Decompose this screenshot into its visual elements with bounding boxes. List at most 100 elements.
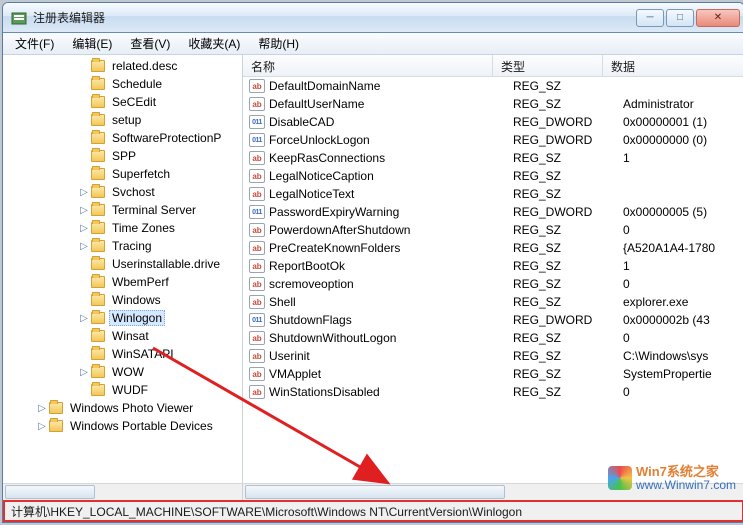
string-value-icon bbox=[249, 79, 265, 93]
value-data: 0 bbox=[623, 331, 743, 345]
tree-item[interactable]: Userinstallable.drive bbox=[7, 255, 242, 273]
titlebar[interactable]: 注册表编辑器 ─ □ ✕ bbox=[3, 3, 743, 33]
menu-favorites[interactable]: 收藏夹(A) bbox=[180, 33, 248, 54]
tree-item[interactable]: Winsat bbox=[7, 327, 242, 345]
expand-icon[interactable]: ▷ bbox=[77, 367, 91, 378]
list-row[interactable]: WinStationsDisabledREG_SZ0 bbox=[243, 383, 743, 401]
list-row[interactable]: ForceUnlockLogonREG_DWORD0x00000000 (0) bbox=[243, 131, 743, 149]
value-name: Userinit bbox=[269, 349, 513, 363]
value-type: REG_DWORD bbox=[513, 133, 623, 147]
list-row[interactable]: PreCreateKnownFoldersREG_SZ{A520A1A4-178… bbox=[243, 239, 743, 257]
dword-value-icon bbox=[249, 115, 265, 129]
maximize-button[interactable]: □ bbox=[666, 9, 694, 27]
expand-icon[interactable]: ▷ bbox=[77, 241, 91, 252]
folder-icon bbox=[91, 150, 105, 162]
expand-icon[interactable]: ▷ bbox=[35, 403, 49, 414]
list-row[interactable]: UserinitREG_SZC:\Windows\sys bbox=[243, 347, 743, 365]
tree-item[interactable]: ▷Svchost bbox=[7, 183, 242, 201]
values-list[interactable]: DefaultDomainNameREG_SZDefaultUserNameRE… bbox=[243, 77, 743, 483]
expand-icon[interactable]: ▷ bbox=[77, 313, 91, 324]
list-row[interactable]: VMAppletREG_SZSystemPropertie bbox=[243, 365, 743, 383]
string-value-icon bbox=[249, 169, 265, 183]
tree-item[interactable]: ▷WOW bbox=[7, 363, 242, 381]
col-type[interactable]: 类型 bbox=[493, 55, 603, 76]
value-data: C:\Windows\sys bbox=[623, 349, 743, 363]
value-data: Administrator bbox=[623, 97, 743, 111]
string-value-icon bbox=[249, 241, 265, 255]
list-row[interactable]: DefaultUserNameREG_SZAdministrator bbox=[243, 95, 743, 113]
folder-icon bbox=[91, 60, 105, 72]
menu-edit[interactable]: 编辑(E) bbox=[64, 33, 120, 54]
tree-item[interactable]: Windows bbox=[7, 291, 242, 309]
folder-icon bbox=[91, 114, 105, 126]
tree-item[interactable]: setup bbox=[7, 111, 242, 129]
folder-icon bbox=[91, 186, 105, 198]
expand-icon[interactable]: ▷ bbox=[77, 187, 91, 198]
tree-item[interactable]: WUDF bbox=[7, 381, 242, 399]
tree-item[interactable]: ▷Windows Photo Viewer bbox=[7, 399, 242, 417]
tree-item[interactable]: ▷ Winlogon bbox=[7, 309, 242, 327]
tree-item[interactable]: WbemPerf bbox=[7, 273, 242, 291]
tree-item[interactable]: SPP bbox=[7, 147, 242, 165]
list-row[interactable]: ShutdownFlagsREG_DWORD0x0000002b (43 bbox=[243, 311, 743, 329]
value-name: LegalNoticeCaption bbox=[269, 169, 513, 183]
tree-label: setup bbox=[109, 113, 144, 127]
list-row[interactable]: LegalNoticeCaptionREG_SZ bbox=[243, 167, 743, 185]
tree-label: Winlogon bbox=[109, 310, 165, 326]
expand-icon[interactable]: ▷ bbox=[77, 205, 91, 216]
string-value-icon bbox=[249, 223, 265, 237]
menubar: 文件(F) 编辑(E) 查看(V) 收藏夹(A) 帮助(H) bbox=[3, 33, 743, 55]
folder-icon bbox=[91, 258, 105, 270]
value-data: 0 bbox=[623, 385, 743, 399]
tree-item[interactable]: WinSATAPI bbox=[7, 345, 242, 363]
statusbar: 计算机\HKEY_LOCAL_MACHINE\SOFTWARE\Microsof… bbox=[3, 500, 743, 522]
minimize-button[interactable]: ─ bbox=[636, 9, 664, 27]
list-header: 名称 类型 数据 bbox=[243, 55, 743, 77]
tree-item[interactable]: ▷Windows Portable Devices bbox=[7, 417, 242, 435]
value-type: REG_DWORD bbox=[513, 313, 623, 327]
tree-label: Winsat bbox=[109, 329, 152, 343]
value-type: REG_SZ bbox=[513, 241, 623, 255]
folder-icon bbox=[91, 276, 105, 288]
list-row[interactable]: KeepRasConnectionsREG_SZ1 bbox=[243, 149, 743, 167]
tree-item[interactable]: ▷ Tracing bbox=[7, 237, 242, 255]
list-hscroll[interactable] bbox=[243, 483, 743, 500]
menu-file[interactable]: 文件(F) bbox=[7, 33, 62, 54]
string-value-icon bbox=[249, 349, 265, 363]
close-button[interactable]: ✕ bbox=[696, 9, 740, 27]
expand-icon[interactable]: ▷ bbox=[35, 421, 49, 432]
list-row[interactable]: ShutdownWithoutLogonREG_SZ0 bbox=[243, 329, 743, 347]
regedit-window: 注册表编辑器 ─ □ ✕ 文件(F) 编辑(E) 查看(V) 收藏夹(A) 帮助… bbox=[2, 2, 743, 523]
tree-item[interactable]: Schedule bbox=[7, 75, 242, 93]
tree-label: Superfetch bbox=[109, 167, 173, 181]
value-name: scremoveoption bbox=[269, 277, 513, 291]
value-data: 1 bbox=[623, 259, 743, 273]
list-row[interactable]: DefaultDomainNameREG_SZ bbox=[243, 77, 743, 95]
list-row[interactable]: PowerdownAfterShutdownREG_SZ0 bbox=[243, 221, 743, 239]
list-row[interactable]: DisableCADREG_DWORD0x00000001 (1) bbox=[243, 113, 743, 131]
list-row[interactable]: ShellREG_SZexplorer.exe bbox=[243, 293, 743, 311]
list-row[interactable]: scremoveoptionREG_SZ0 bbox=[243, 275, 743, 293]
tree-item[interactable]: ▷Terminal Server bbox=[7, 201, 242, 219]
tree-item[interactable]: Superfetch bbox=[7, 165, 242, 183]
menu-view[interactable]: 查看(V) bbox=[122, 33, 178, 54]
tree-label: Tracing bbox=[109, 239, 155, 253]
expand-icon[interactable]: ▷ bbox=[77, 223, 91, 234]
value-data: 0x0000002b (43 bbox=[623, 313, 743, 327]
tree-label: Time Zones bbox=[109, 221, 178, 235]
registry-tree[interactable]: related.descScheduleSeCEdit setup Software… bbox=[3, 55, 242, 483]
menu-help[interactable]: 帮助(H) bbox=[250, 33, 307, 54]
tree-item[interactable]: related.desc bbox=[7, 57, 242, 75]
value-type: REG_DWORD bbox=[513, 115, 623, 129]
list-row[interactable]: ReportBootOkREG_SZ1 bbox=[243, 257, 743, 275]
col-data[interactable]: 数据 bbox=[603, 55, 743, 76]
value-type: REG_SZ bbox=[513, 259, 623, 273]
tree-item[interactable]: ▷ Time Zones bbox=[7, 219, 242, 237]
tree-item[interactable]: SoftwareProtectionP bbox=[7, 129, 242, 147]
tree-item[interactable]: SeCEdit bbox=[7, 93, 242, 111]
list-row[interactable]: PasswordExpiryWarningREG_DWORD0x00000005… bbox=[243, 203, 743, 221]
tree-hscroll[interactable] bbox=[3, 483, 242, 500]
value-name: WinStationsDisabled bbox=[269, 385, 513, 399]
list-row[interactable]: LegalNoticeTextREG_SZ bbox=[243, 185, 743, 203]
col-name[interactable]: 名称 bbox=[243, 55, 493, 76]
